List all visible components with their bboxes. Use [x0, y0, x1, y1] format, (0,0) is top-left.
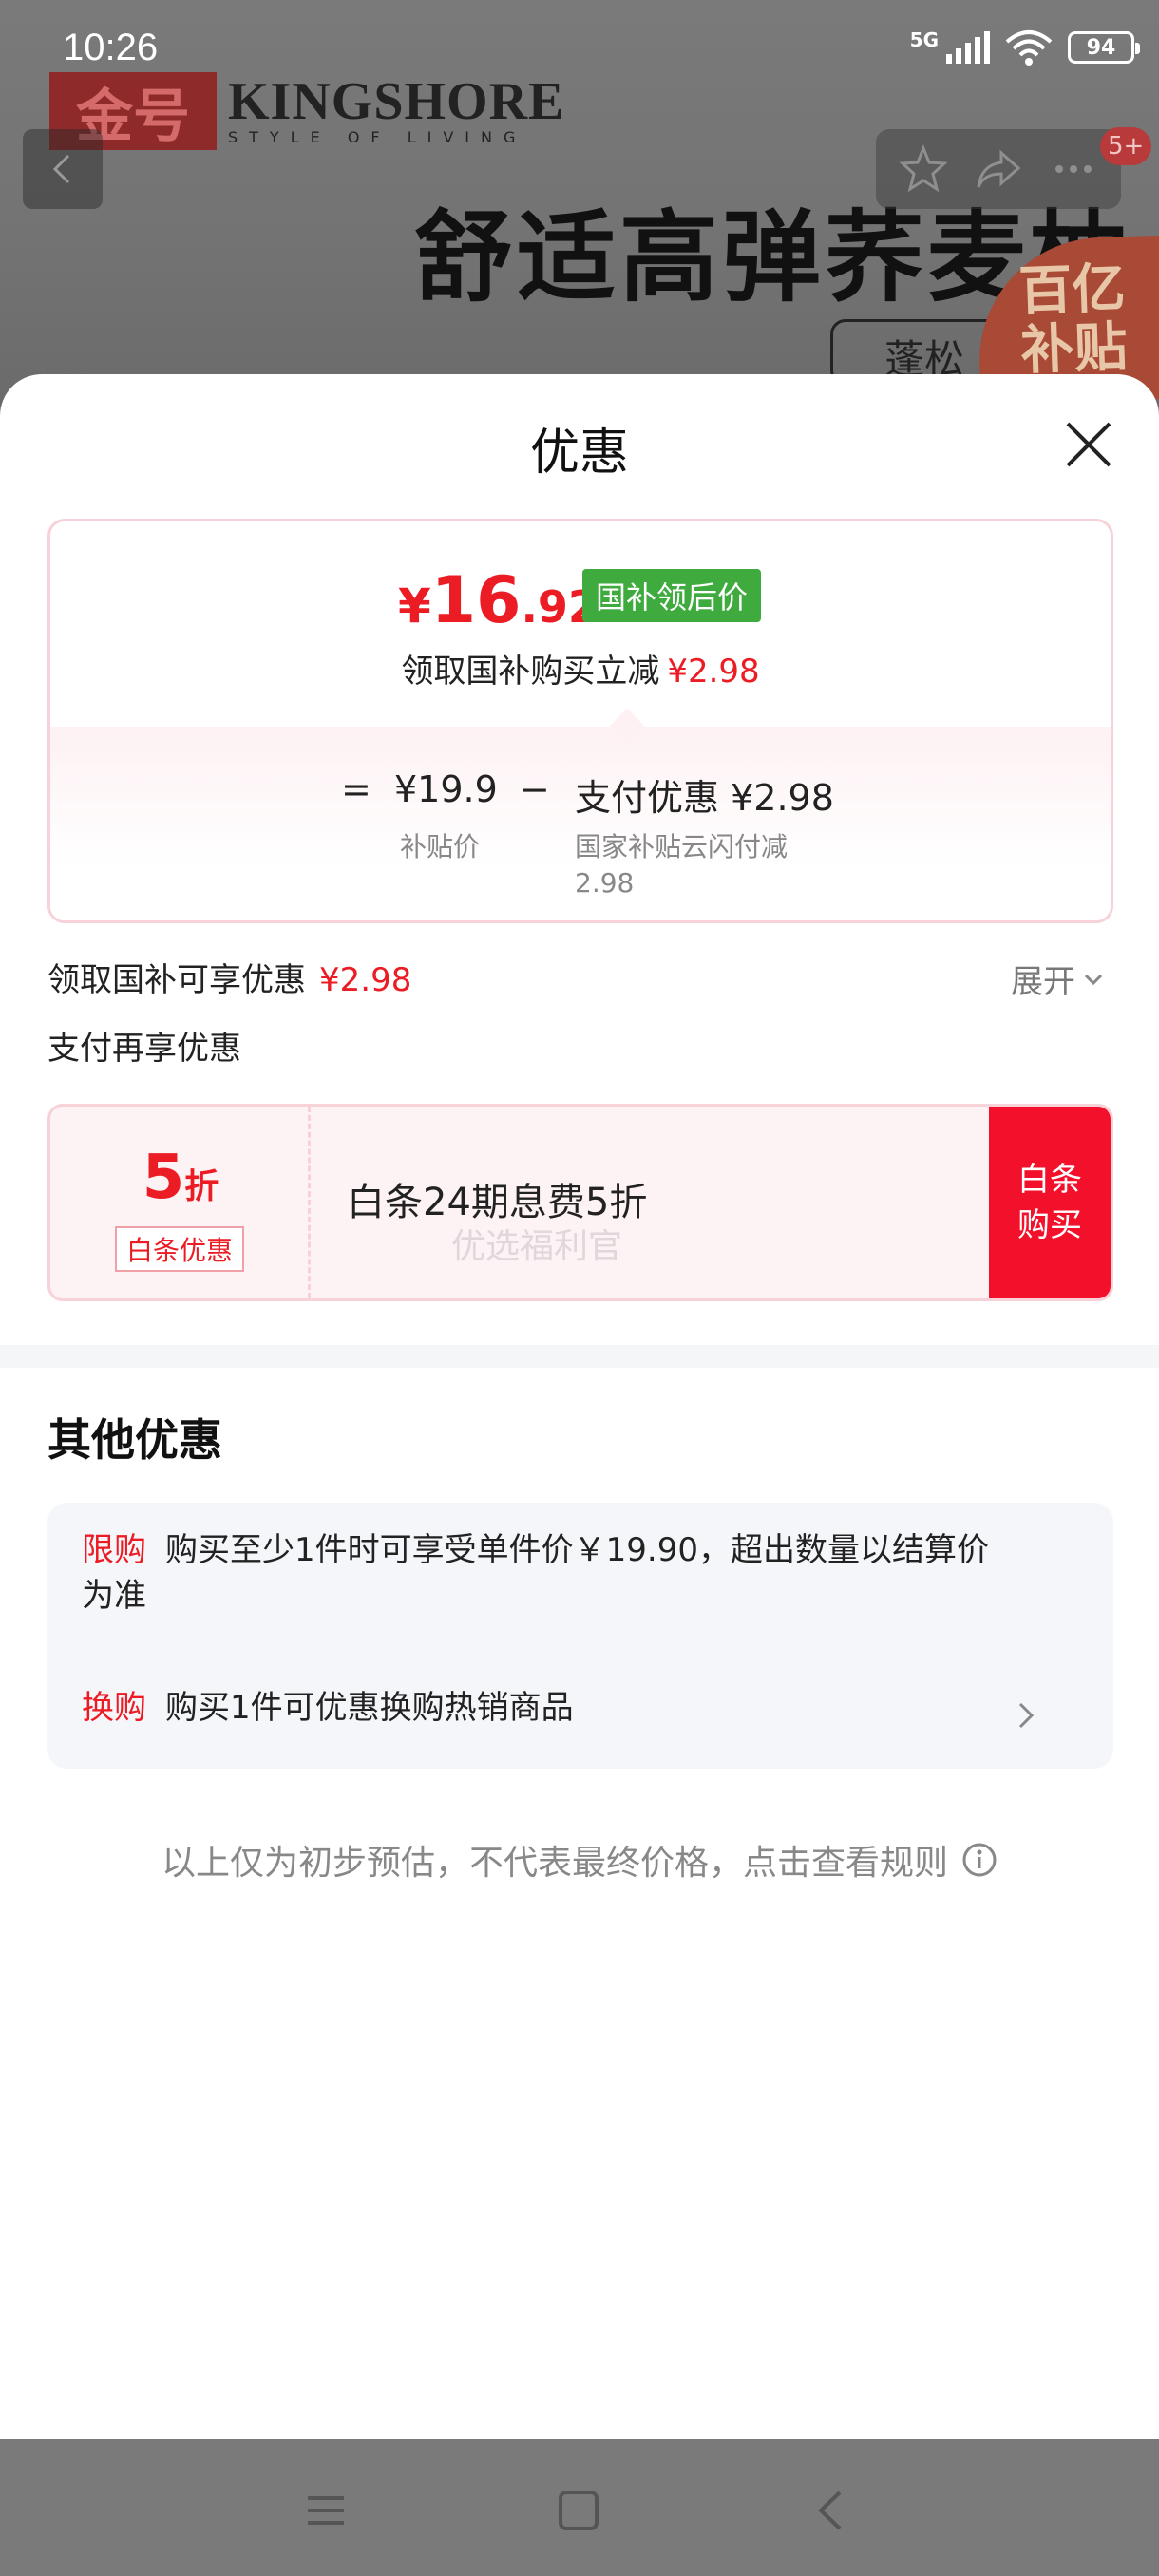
payment-discount-desc-line1: 国家补贴云闪付减: [575, 831, 788, 862]
more-icon[interactable]: [1048, 143, 1099, 195]
final-price: ¥ 16 .92: [398, 563, 598, 638]
payment-discount: 支付优惠 ¥2.98: [575, 768, 834, 821]
purchase-limit-text-line2: 为准: [82, 1577, 146, 1615]
trade-in-text: 购买1件可优惠换购热销商品: [165, 1689, 574, 1727]
subsidy-badge-line2: 补贴: [1019, 316, 1129, 382]
back-icon[interactable]: [808, 2487, 855, 2534]
trade-in-tag: 换购: [82, 1689, 146, 1727]
top-action-bar: [876, 129, 1121, 209]
payment-discount-desc: 国家补贴云闪付减 2.98: [575, 829, 788, 901]
wifi-icon: [1005, 30, 1053, 66]
price-subtitle-amount: ¥2.98: [667, 653, 760, 691]
other-discounts-list: 限购 购买至少1件时可享受单件价￥19.90，超出数量以结算价 为准 换购 购买1件…: [48, 1503, 1113, 1769]
expand-label: 展开: [1011, 963, 1075, 1001]
payment-discount-desc-line2: 2.98: [575, 867, 635, 899]
sheet-title: 优惠: [529, 425, 629, 482]
share-icon[interactable]: [973, 143, 1024, 195]
info-icon[interactable]: [961, 1842, 998, 1878]
section-divider: [0, 1345, 1159, 1368]
battery-level: 94: [1086, 35, 1116, 60]
purchase-limit-item: 限购 购买至少1件时可享受单件价￥19.90，超出数量以结算价 为准: [82, 1527, 1079, 1619]
status-time: 10:26: [63, 27, 159, 68]
payment-discount-amount: ¥2.98: [731, 777, 834, 819]
base-price: ¥19.9: [394, 768, 498, 810]
cart-badge: 5+: [1100, 127, 1152, 165]
payment-discount-label: 支付优惠: [575, 777, 720, 819]
star-icon[interactable]: [898, 143, 949, 195]
watermark-text: 优选福利官: [451, 1227, 623, 1266]
other-discounts-title: 其他优惠: [48, 1414, 222, 1466]
minus-sign: −: [520, 768, 550, 810]
baitiao-buy-button[interactable]: 白条购买: [989, 1107, 1111, 1298]
chevron-left-icon: [52, 154, 70, 184]
equals-sign: =: [341, 768, 371, 810]
trade-in-item[interactable]: 换购 购买1件可优惠换购热销商品: [82, 1685, 1079, 1731]
battery-icon: 94: [1068, 31, 1140, 64]
baitiao-discount-panel: 5折 白条优惠: [50, 1107, 311, 1298]
network-type: 5G: [909, 28, 939, 51]
price-breakdown: = ¥19.9 补贴价 − 支付优惠 ¥2.98 国家补贴云闪付减 2.98: [50, 708, 1111, 920]
disclaimer[interactable]: 以上仅为初步预估，不代表最终价格，点击查看规则: [0, 1835, 1159, 1885]
menu-icon[interactable]: [302, 2487, 350, 2534]
price-subtitle-text: 领取国补购买立减: [401, 653, 660, 691]
expand-button[interactable]: 展开: [1011, 956, 1106, 1002]
subsidy-badge-line1: 百亿: [1017, 257, 1127, 324]
claim-subsidy-row: 领取国补可享优惠 ¥2.98: [48, 954, 411, 1000]
price-summary: ¥ 16 .92 国补领后价 领取国补购买立减 ¥2.98: [50, 521, 1111, 727]
signal-icon: [946, 31, 990, 64]
price-integer: 16: [430, 563, 522, 638]
price-card: ¥ 16 .92 国补领后价 领取国补购买立减 ¥2.98 = ¥19.9 补贴价…: [48, 519, 1113, 923]
close-icon[interactable]: [1060, 416, 1117, 473]
baitiao-tag: 白条优惠: [115, 1226, 245, 1272]
back-button[interactable]: [23, 129, 103, 209]
disclaimer-text: 以上仅为初步预估，不代表最终价格，点击查看规则: [161, 1844, 948, 1883]
status-icons: 5G 94: [909, 28, 1140, 66]
status-bar: 10:26 5G 94: [0, 0, 1159, 95]
claim-subsidy-amount: ¥2.98: [319, 961, 412, 999]
price-currency: ¥: [398, 578, 431, 634]
price-subtitle: 领取国补购买立减 ¥2.98: [50, 645, 1111, 691]
baitiao-discount-value: 5折: [50, 1143, 311, 1213]
claim-subsidy-text: 领取国补可享优惠: [48, 961, 306, 999]
home-icon[interactable]: [555, 2487, 602, 2534]
brand-tagline: STYLE OF LIVING: [228, 128, 527, 146]
purchase-limit-text: 购买至少1件时可享受单件价￥19.90，超出数量以结算价: [165, 1531, 989, 1569]
system-nav-bar: [0, 2439, 1159, 2576]
baitiao-discount-unit: 折: [184, 1167, 219, 1206]
chevron-down-icon: [1084, 974, 1103, 985]
pay-discount-row: 支付再享优惠: [48, 1030, 241, 1068]
baitiao-discount-number: 5: [142, 1143, 185, 1213]
chevron-right-icon[interactable]: [1011, 1696, 1039, 1734]
base-price-label: 补贴价: [400, 831, 481, 862]
price-tag: 国补领后价: [582, 569, 762, 622]
discount-sheet: 优惠 ¥ 16 .92 国补领后价 领取国补购买立减 ¥2.98 = ¥19.9 …: [0, 374, 1159, 2439]
purchase-limit-tag: 限购: [82, 1531, 146, 1569]
baitiao-coupon-card[interactable]: 5折 白条优惠 白条24期息费5折 优选福利官 白条购买: [48, 1104, 1113, 1301]
